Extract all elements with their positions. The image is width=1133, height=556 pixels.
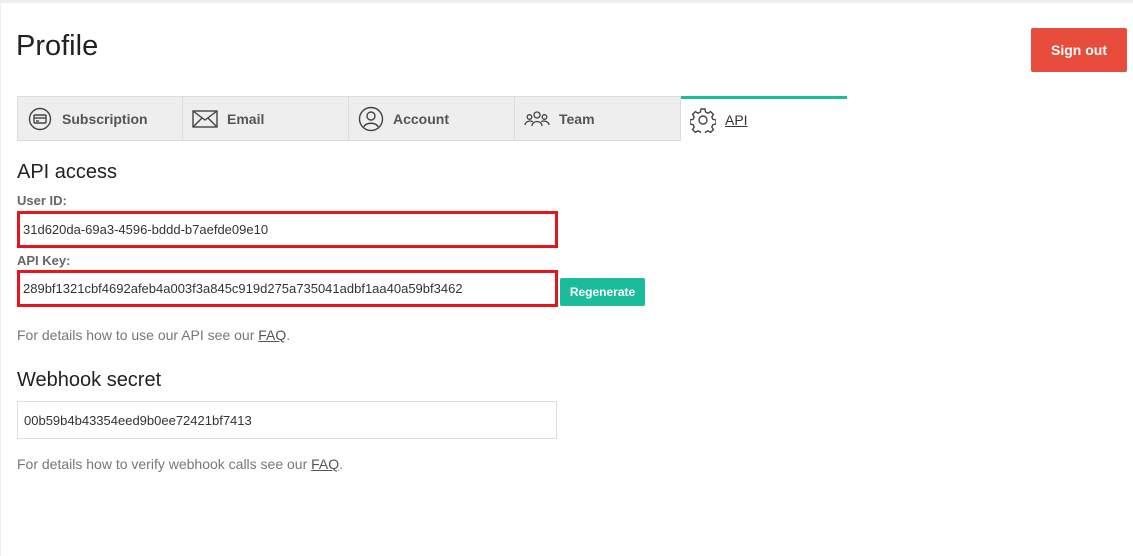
tab-label: Email bbox=[227, 110, 265, 127]
profile-page: Profile Sign out Subscription Email Acco… bbox=[0, 0, 1133, 556]
api-faq-link[interactable]: FAQ bbox=[258, 327, 286, 343]
webhook-faq-note: For details how to verify webhook calls … bbox=[17, 456, 343, 472]
card-icon bbox=[27, 106, 53, 132]
tab-label: Subscription bbox=[62, 110, 148, 127]
webhook-faq-link[interactable]: FAQ bbox=[311, 456, 339, 472]
tab-account[interactable]: Account bbox=[349, 96, 515, 141]
api-note-suffix: . bbox=[286, 327, 291, 343]
user-id-label: User ID: bbox=[17, 193, 67, 208]
team-icon bbox=[524, 106, 550, 132]
tab-subscription[interactable]: Subscription bbox=[17, 96, 183, 141]
webhook-secret-field[interactable]: 00b59b4b43354eed9b0ee72421bf7413 bbox=[17, 401, 557, 439]
webhook-note-text: For details how to verify webhook calls … bbox=[17, 456, 312, 472]
tab-team[interactable]: Team bbox=[515, 96, 681, 141]
profile-tabs: Subscription Email Account Team API bbox=[17, 96, 847, 141]
api-key-label: API Key: bbox=[17, 253, 71, 268]
tab-label: Account bbox=[393, 110, 449, 127]
webhook-secret-heading: Webhook secret bbox=[17, 369, 162, 391]
regenerate-button[interactable]: Regenerate bbox=[560, 278, 645, 306]
user-id-field[interactable]: 31d620da-69a3-4596-bddd-b7aefde09e10 bbox=[17, 211, 558, 248]
api-key-field[interactable]: 289bf1321cbf4692afeb4a003f3a845c919d275a… bbox=[17, 270, 558, 307]
tab-label: API bbox=[725, 112, 748, 128]
envelope-icon bbox=[192, 106, 218, 132]
tab-email[interactable]: Email bbox=[183, 96, 349, 141]
webhook-note-suffix: . bbox=[339, 456, 344, 472]
tab-label: Team bbox=[559, 110, 595, 127]
user-icon bbox=[358, 106, 384, 132]
page-title: Profile bbox=[16, 30, 99, 62]
api-access-heading: API access bbox=[17, 161, 118, 183]
gear-icon bbox=[690, 107, 716, 133]
api-faq-note: For details how to use our API see our F… bbox=[17, 327, 290, 343]
tab-api[interactable]: API bbox=[681, 96, 847, 141]
api-note-text: For details how to use our API see our bbox=[17, 327, 259, 343]
sign-out-button[interactable]: Sign out bbox=[1031, 28, 1127, 72]
